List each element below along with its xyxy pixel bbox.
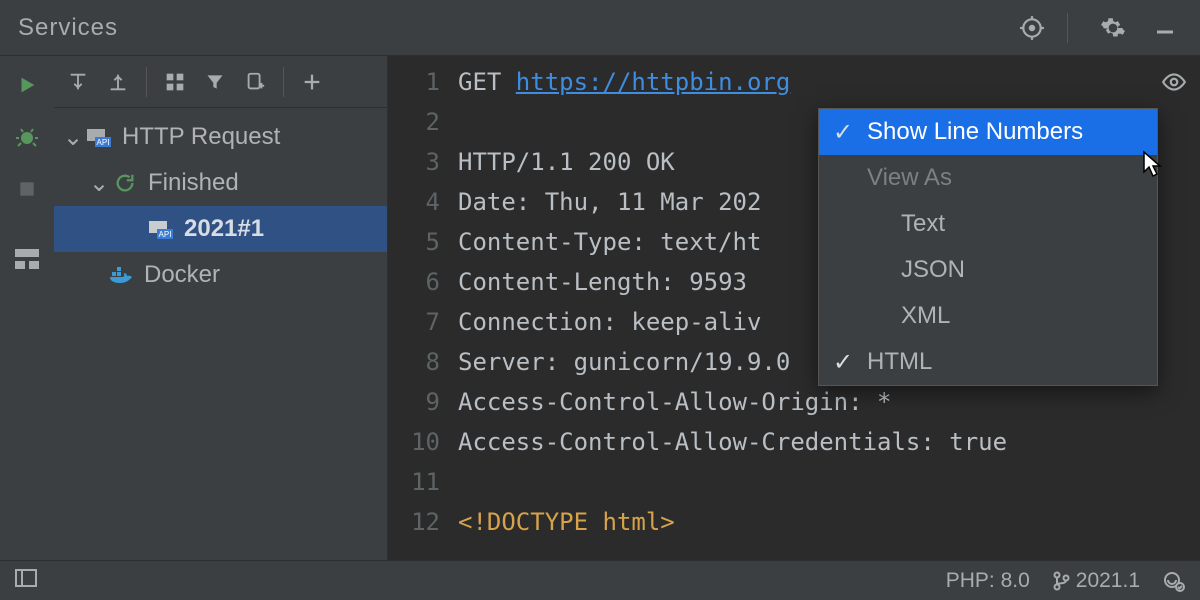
layout-icon[interactable]: [12, 244, 42, 274]
check-icon: ✓: [833, 118, 867, 147]
tree-label: HTTP Request: [122, 123, 280, 151]
rerun-icon: [110, 172, 140, 194]
tree-node-docker[interactable]: › Docker: [54, 252, 387, 298]
tree-node-active-request[interactable]: API 2021#1: [54, 206, 387, 252]
menu-label: XML: [901, 302, 950, 330]
services-tree: ⌄ API HTTP Request ⌄ Finished API 2021#1…: [54, 108, 387, 298]
api-icon: API: [146, 219, 176, 239]
chevron-down-icon: ⌄: [88, 169, 110, 198]
tree-label: 2021#1: [184, 215, 264, 243]
menu-view-text[interactable]: Text: [819, 201, 1157, 247]
svg-text:API: API: [159, 230, 172, 239]
menu-label: View As: [867, 164, 952, 192]
separator: [283, 67, 284, 97]
titlebar: Services: [0, 0, 1200, 56]
gutter-context-menu: ✓ Show Line Numbers View As Text JSON XM…: [818, 108, 1158, 386]
menu-view-xml[interactable]: XML: [819, 293, 1157, 339]
stop-icon[interactable]: [12, 174, 42, 204]
tool-window-icon[interactable]: [14, 568, 38, 594]
menu-label: Show Line Numbers: [867, 118, 1083, 146]
tree-label: Finished: [148, 169, 239, 197]
menu-show-line-numbers[interactable]: ✓ Show Line Numbers: [819, 109, 1157, 155]
eye-icon[interactable]: [1158, 66, 1190, 98]
menu-view-json[interactable]: JSON: [819, 247, 1157, 293]
menu-label: HTML: [867, 348, 932, 376]
gear-icon[interactable]: [1096, 11, 1130, 45]
tree-node-http-request[interactable]: ⌄ API HTTP Request: [54, 114, 387, 160]
scratch-icon[interactable]: [237, 64, 273, 100]
expand-all-icon[interactable]: [60, 64, 96, 100]
api-icon: API: [84, 127, 114, 147]
cursor-icon: [1140, 150, 1166, 180]
chevron-down-icon: ⌄: [62, 123, 84, 152]
status-git-branch[interactable]: 2021.1: [1052, 569, 1140, 593]
check-icon: ✓: [833, 348, 867, 377]
status-bar: PHP: 8.0 2021.1: [0, 560, 1200, 600]
docker-icon: [106, 264, 136, 286]
add-icon[interactable]: [294, 64, 330, 100]
left-icon-strip: [0, 56, 54, 560]
tree-toolbar: [54, 56, 387, 108]
menu-heading-view-as: View As: [819, 155, 1157, 201]
tree-node-finished[interactable]: ⌄ Finished: [54, 160, 387, 206]
filter-icon[interactable]: [197, 64, 233, 100]
grid-icon[interactable]: [157, 64, 193, 100]
separator: [146, 67, 147, 97]
line-number-gutter[interactable]: 123456789101112: [388, 62, 458, 542]
status-php[interactable]: PHP: 8.0: [946, 569, 1030, 593]
collapse-all-icon[interactable]: [100, 64, 136, 100]
tree-label: Docker: [144, 261, 220, 289]
menu-label: Text: [901, 210, 945, 238]
status-sync-icon[interactable]: [1162, 570, 1186, 592]
services-title: Services: [18, 14, 997, 42]
tree-panel: ⌄ API HTTP Request ⌄ Finished API 2021#1…: [54, 56, 388, 560]
menu-view-html[interactable]: ✓ HTML: [819, 339, 1157, 385]
target-icon[interactable]: [1015, 11, 1049, 45]
bug-icon[interactable]: [12, 122, 42, 152]
separator: [1067, 13, 1068, 43]
menu-label: JSON: [901, 256, 965, 284]
run-icon[interactable]: [12, 70, 42, 100]
svg-text:API: API: [97, 138, 110, 147]
minimize-icon[interactable]: [1148, 11, 1182, 45]
